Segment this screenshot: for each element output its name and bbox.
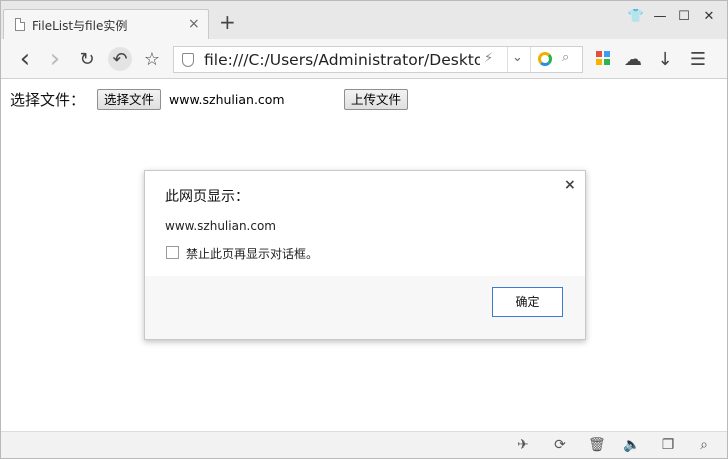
browser-window: FileList与file实例 × + 👕 — ☐ ✕ ‹ › ↻ ↶ ☆ fi… xyxy=(0,0,728,459)
window-icon[interactable]: ❐ xyxy=(660,437,676,453)
file-label: 选择文件： xyxy=(10,91,86,109)
maximize-button[interactable]: ☐ xyxy=(675,8,693,26)
zoom-icon[interactable]: ⌕ xyxy=(696,437,712,453)
shield-icon xyxy=(182,53,194,67)
address-bar[interactable]: file:///C:/Users/Administrator/Desktop ⚡… xyxy=(173,46,583,73)
address-input[interactable]: file:///C:/Users/Administrator/Desktop xyxy=(204,51,480,69)
rocket-icon[interactable]: ✈ xyxy=(515,437,531,453)
close-icon[interactable]: × xyxy=(564,177,576,193)
choose-file-button[interactable]: 选择文件 xyxy=(97,89,162,110)
new-tab-button[interactable]: + xyxy=(219,12,236,32)
speed-icon[interactable]: ⟳ xyxy=(552,437,568,453)
forward-button[interactable]: › xyxy=(43,44,67,74)
suppress-dialogs-checkbox[interactable] xyxy=(166,246,179,259)
restore-button[interactable]: ↶ xyxy=(108,47,132,71)
status-bar: ✈ ⟳ 🗑 🔈 ❐ ⌕ xyxy=(1,431,727,458)
bolt-icon[interactable]: ⚡ xyxy=(484,51,493,66)
menu-icon[interactable]: ☰ xyxy=(686,47,710,71)
upload-button[interactable]: 上传文件 xyxy=(344,89,409,110)
tab-filelist[interactable]: FileList与file实例 × xyxy=(3,9,209,39)
skin-icon[interactable]: 👕 xyxy=(627,8,645,26)
search-engine-icon[interactable] xyxy=(538,52,552,66)
cloud-icon[interactable]: ☁ xyxy=(621,47,645,71)
chevron-down-icon[interactable]: ⌄ xyxy=(512,50,523,65)
back-button[interactable]: ‹ xyxy=(13,44,37,74)
suppress-dialogs-label[interactable]: 禁止此页再显示对话框。 xyxy=(186,245,318,262)
divider xyxy=(530,47,531,72)
trash-icon[interactable]: 🗑 xyxy=(588,437,606,453)
tab-title: FileList与file实例 xyxy=(32,19,128,33)
dialog-title: 此网页显示： xyxy=(165,189,249,205)
reload-button[interactable]: ↻ xyxy=(75,47,99,71)
selected-file-name: www.szhulian.com xyxy=(169,92,285,107)
close-window-button[interactable]: ✕ xyxy=(700,8,718,26)
alert-dialog: 此网页显示： × www.szhulian.com 禁止此页再显示对话框。 确定 xyxy=(144,170,586,340)
toolbar: ‹ › ↻ ↶ ☆ file:///C:/Users/Administrator… xyxy=(1,39,727,79)
minimize-button[interactable]: — xyxy=(651,8,669,26)
tab-strip: FileList与file实例 × + 👕 — ☐ ✕ xyxy=(1,1,727,39)
download-icon[interactable]: ↓ xyxy=(653,47,677,71)
dialog-message: www.szhulian.com xyxy=(165,219,276,233)
apps-icon[interactable] xyxy=(596,51,610,65)
search-icon[interactable]: ⌕ xyxy=(562,50,569,65)
sound-icon[interactable]: 🔈 xyxy=(623,437,640,453)
page-icon xyxy=(15,18,25,31)
dialog-footer: 确定 xyxy=(145,276,585,339)
bookmark-star-icon[interactable]: ☆ xyxy=(140,47,164,71)
divider xyxy=(507,47,508,72)
tab-close-icon[interactable]: × xyxy=(188,16,200,32)
ok-button[interactable]: 确定 xyxy=(492,287,563,317)
